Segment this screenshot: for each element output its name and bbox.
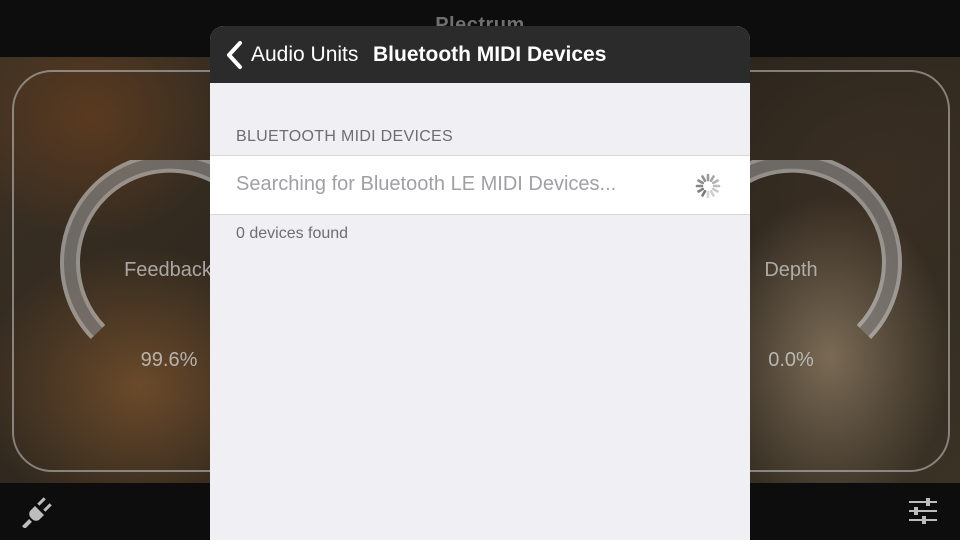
searching-cell: Searching for Bluetooth LE MIDI Devices.… [210,155,750,215]
devices-found-count: 0 devices found [236,225,349,242]
activity-spinner-icon [695,173,721,199]
plug-icon[interactable] [22,494,56,528]
modal-title: Bluetooth MIDI Devices [373,43,607,66]
chevron-left-icon[interactable] [224,40,246,70]
mixer-sliders-icon[interactable] [906,496,940,526]
section-header: BLUETOOTH MIDI DEVICES [236,128,454,145]
modal-navigation-bar: Audio Units Bluetooth MIDI Devices [210,26,750,83]
searching-text: Searching for Bluetooth LE MIDI Devices.… [236,173,617,195]
bluetooth-midi-modal: Audio Units Bluetooth MIDI Devices BLUET… [210,26,750,540]
back-button[interactable]: Audio Units [251,43,358,67]
